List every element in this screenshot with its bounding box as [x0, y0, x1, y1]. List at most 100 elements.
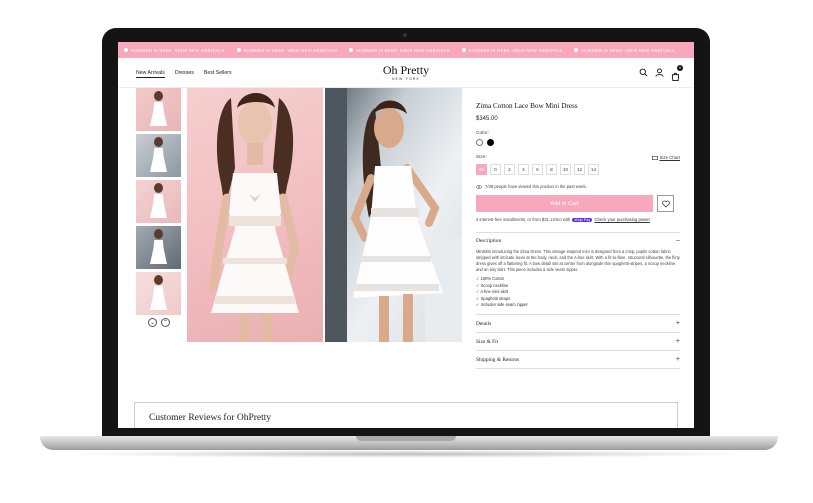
thumb-dress-shape — [150, 286, 167, 310]
laptop-screen: SUMMER IS HERE. SHOP NEW ARRIVALS SUMMER… — [118, 42, 694, 428]
size-option[interactable]: 4 — [518, 164, 529, 175]
accordion-header[interactable]: Description − — [476, 233, 680, 249]
account-icon[interactable] — [655, 68, 664, 77]
accordion-header[interactable]: Size & Fit + — [476, 333, 680, 350]
cart-row: Add to Cart — [476, 195, 680, 212]
accordion-description: Description − MiniMini introducing the Z… — [476, 232, 680, 308]
ruler-icon — [651, 155, 658, 160]
size-option[interactable]: 00 — [476, 164, 487, 175]
accordion-header[interactable]: Shipping & Returns + — [476, 351, 680, 368]
thumbnail-arrows: ⌄ ⌃ — [136, 318, 181, 327]
color-swatch-white[interactable] — [476, 139, 483, 146]
size-option[interactable]: 10 — [560, 164, 571, 175]
plus-icon: + — [675, 356, 680, 364]
logo-tagline: NEW YORK — [392, 77, 420, 81]
size-option[interactable]: 2 — [504, 164, 515, 175]
accordion-title: Description — [476, 238, 502, 244]
purchasing-power-link[interactable]: Check your purchasing power — [594, 217, 649, 222]
color-swatches — [476, 139, 680, 146]
site-logo[interactable]: Oh Pretty NEW YORK — [366, 64, 446, 81]
model-illustration — [325, 88, 462, 342]
feature-list: ✓ 100% Cotton ✓ Scoop neckline ✓ A-line … — [476, 276, 680, 308]
installments-text: 4 interest-free installments, or from $3… — [476, 217, 680, 222]
announcement-item[interactable]: SUMMER IS HERE. SHOP NEW ARRIVALS — [574, 48, 675, 53]
thumb-model-head — [154, 137, 163, 147]
thumb-model-head — [154, 229, 163, 239]
thumb-model-head — [154, 183, 163, 193]
accordion-title: Shipping & Returns — [476, 356, 520, 363]
size-label: Size: — [476, 155, 487, 160]
main-nav: New Arrivals Dresses Best Sellers — [136, 70, 232, 78]
size-option[interactable]: 6 — [532, 164, 543, 175]
announcement-item[interactable]: SUMMER IS HERE. SHOP NEW ARRIVALS — [349, 48, 450, 53]
thumb-dress-shape — [150, 194, 167, 218]
flower-icon — [574, 48, 579, 53]
product-thumbnail[interactable] — [136, 134, 181, 177]
product-price: $345.00 — [476, 116, 498, 122]
size-row: Size: Size Chart — [476, 155, 680, 160]
model-illustration — [208, 93, 300, 342]
header-icons: 0 — [639, 65, 683, 86]
size-option[interactable]: 8 — [546, 164, 557, 175]
add-to-cart-button[interactable]: Add to Cart — [476, 195, 653, 212]
flower-icon — [349, 48, 354, 53]
product-image-side[interactable] — [325, 88, 462, 342]
product-info: Zima Cotton Lace Bow Mini Dress $345.00 … — [476, 88, 680, 370]
feature-item: ✓ Includes side seam zipper — [476, 302, 528, 307]
chevron-up-icon[interactable]: ⌃ — [161, 318, 170, 327]
color-swatch-black[interactable] — [487, 139, 494, 146]
size-options: 00 0 2 4 6 8 10 12 14 — [476, 164, 680, 175]
thumbnail-strip: ⌄ ⌃ — [136, 88, 181, 327]
size-option[interactable]: 12 — [574, 164, 585, 175]
wishlist-button[interactable] — [657, 195, 674, 212]
flower-icon — [124, 48, 128, 53]
nav-dresses[interactable]: Dresses — [175, 70, 194, 78]
thumb-model-head — [154, 275, 163, 285]
eye-icon — [476, 184, 482, 189]
accordion-size-fit: Size & Fit + — [476, 332, 680, 350]
minus-icon: − — [675, 237, 680, 245]
accordion-title: Size & Fit — [476, 338, 499, 345]
accordion-details: Details + — [476, 314, 680, 332]
announcement-item[interactable]: SUMMER IS HERE. SHOP NEW ARRIVALS — [124, 48, 225, 53]
cart-button[interactable]: 0 — [671, 65, 683, 86]
size-chart-link[interactable]: Size Chart — [651, 155, 681, 160]
chevron-down-icon[interactable]: ⌄ — [148, 318, 157, 327]
announcement-bar[interactable]: SUMMER IS HERE. SHOP NEW ARRIVALS SUMMER… — [118, 42, 694, 58]
product-thumbnail[interactable] — [136, 180, 181, 223]
description-text: MiniMini introducing the Zima Dress. Thi… — [476, 249, 680, 273]
views-notice: 7/48 people have viewed this product in … — [476, 184, 680, 189]
flower-icon — [236, 48, 241, 53]
product-thumbnail[interactable] — [136, 226, 181, 269]
announcement-item[interactable]: SUMMER IS HERE. SHOP NEW ARRIVALS — [461, 48, 563, 53]
installments-pre: 4 interest-free installments, or from $3… — [476, 217, 571, 222]
reviews-title: Customer Reviews for OhPretty — [149, 413, 272, 423]
cart-count-badge: 0 — [677, 65, 683, 71]
thumb-model-head — [154, 91, 163, 101]
size-option[interactable]: 0 — [490, 164, 501, 175]
thumb-dress-shape — [150, 102, 167, 126]
accordion-shipping: Shipping & Returns + — [476, 350, 680, 370]
logo-name: Oh Pretty — [382, 63, 430, 77]
thumb-dress-shape — [150, 240, 167, 264]
plus-icon: + — [675, 338, 680, 346]
accordion-title: Details — [476, 320, 492, 327]
size-option[interactable]: 14 — [588, 164, 599, 175]
shop-pay-badge: shop Pay — [572, 218, 593, 222]
views-text: 7/48 people have viewed this product in … — [485, 184, 587, 189]
nav-best-sellers[interactable]: Best Sellers — [204, 70, 232, 78]
heart-icon — [661, 200, 670, 207]
product-thumbnail[interactable] — [136, 88, 181, 131]
thumb-dress-shape — [150, 148, 167, 172]
cart-icon — [671, 72, 680, 81]
laptop-shadow — [60, 450, 760, 458]
accordion-header[interactable]: Details + — [476, 315, 680, 332]
product-title: Zima Cotton Lace Bow Mini Dress — [476, 102, 578, 110]
announcement-item[interactable]: SUMMER IS HERE. SHOP NEW ARRIVALS — [236, 48, 338, 53]
size-chart-label: Size Chart — [659, 155, 681, 160]
flower-icon — [461, 48, 466, 53]
nav-new-arrivals[interactable]: New Arrivals — [136, 70, 165, 78]
product-image-front[interactable] — [187, 88, 323, 342]
search-icon[interactable] — [639, 68, 648, 77]
product-thumbnail[interactable] — [136, 272, 181, 315]
